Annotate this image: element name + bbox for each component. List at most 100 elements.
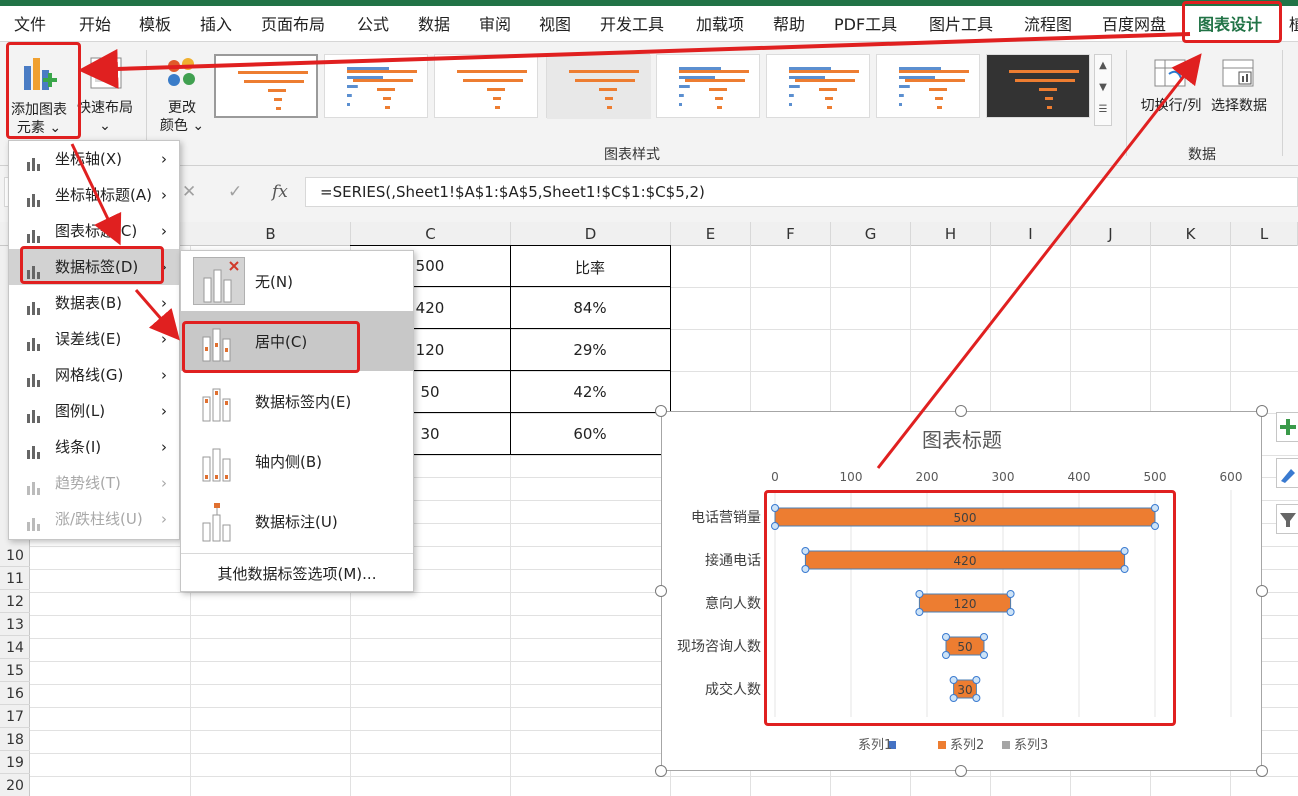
add-chart-element-button[interactable]: 添加图表 元素 ⌄ [6, 46, 72, 136]
selection-handle[interactable] [1006, 608, 1015, 616]
bar-chart[interactable]: 图表标题 0 100 200 300 400 500 600 电话营销量 500 接通电话 420 意向… [662, 412, 1263, 772]
selection-handle[interactable] [1151, 522, 1159, 530]
selection-handle[interactable] [915, 590, 924, 598]
tab-addins[interactable]: 加载项 [696, 12, 744, 38]
chart-style-thumb[interactable] [324, 54, 428, 118]
quick-layout-button[interactable]: 快速布局 ⌄ [74, 46, 136, 134]
column-g-header[interactable]: G [831, 222, 911, 246]
menu-item-axes[interactable]: 坐标轴(X) › [9, 141, 179, 177]
row-15-header[interactable]: 15 [0, 661, 30, 682]
selection-handle[interactable] [1006, 590, 1015, 598]
tab-home[interactable]: 开始 [79, 12, 111, 38]
column-i-header[interactable]: I [991, 222, 1071, 246]
tab-developer[interactable]: 开发工具 [600, 12, 664, 38]
menu-item-none[interactable]: 无(N) [181, 251, 413, 311]
chart-style-thumb[interactable] [766, 54, 870, 118]
selection-handle[interactable] [949, 694, 958, 702]
tab-formulas[interactable]: 公式 [357, 12, 389, 38]
switch-row-column-button[interactable]: 切换行/列 [1136, 46, 1206, 134]
resize-handle[interactable] [955, 405, 967, 417]
cell-d4[interactable]: 42% [550, 383, 630, 401]
column-j-header[interactable]: J [1071, 222, 1151, 246]
resize-handle[interactable] [655, 765, 667, 777]
tab-baidu-disk[interactable]: 百度网盘 [1102, 12, 1166, 38]
chart-title[interactable]: 图表标题 [922, 428, 1002, 452]
resize-handle[interactable] [655, 585, 667, 597]
row-19-header[interactable]: 19 [0, 753, 30, 774]
chart-style-thumb[interactable] [986, 54, 1090, 118]
select-data-button[interactable]: 选择数据 [1206, 46, 1272, 134]
gallery-scroll[interactable]: ▲ ▼ ☰ [1094, 54, 1112, 126]
menu-item-inside-base[interactable]: 轴内侧(B) [181, 431, 413, 491]
chart-style-thumb[interactable] [656, 54, 760, 118]
selection-handle[interactable] [915, 608, 924, 616]
row-14-header[interactable]: 14 [0, 638, 30, 659]
tab-insert[interactable]: 插入 [200, 12, 232, 38]
selection-handle[interactable] [972, 676, 981, 684]
resize-handle[interactable] [1256, 585, 1268, 597]
row-16-header[interactable]: 16 [0, 684, 30, 705]
legend-label[interactable]: 系列2 [950, 738, 984, 753]
column-k-header[interactable]: K [1151, 222, 1231, 246]
tab-data[interactable]: 数据 [418, 12, 450, 38]
tab-view[interactable]: 视图 [539, 12, 571, 38]
tab-page-layout[interactable]: 页面布局 [261, 12, 325, 38]
chart-style-thumb[interactable] [546, 54, 651, 119]
cell-d1[interactable]: 比率 [550, 257, 630, 278]
chart-style-thumb[interactable] [434, 54, 538, 118]
row-20-header[interactable]: 20 [0, 776, 30, 796]
column-f-header[interactable]: F [751, 222, 831, 246]
selection-handle[interactable] [1120, 547, 1129, 555]
tab-help[interactable]: 帮助 [773, 12, 805, 38]
selection-handle[interactable] [942, 633, 950, 641]
column-l-header[interactable]: L [1231, 222, 1298, 246]
row-12-header[interactable]: 12 [0, 592, 30, 613]
fx-icon[interactable]: fx [272, 182, 288, 202]
selection-handle[interactable] [942, 651, 950, 659]
tab-format[interactable]: 植 [1289, 12, 1298, 38]
selection-handle[interactable] [771, 522, 779, 530]
menu-item-inside-end[interactable]: 数据标签内(E) [181, 371, 413, 431]
row-17-header[interactable]: 17 [0, 707, 30, 728]
tab-file[interactable]: 文件 [14, 12, 46, 38]
tab-review[interactable]: 审阅 [479, 12, 511, 38]
change-colors-button[interactable]: 更改 颜色 ⌄ [154, 46, 210, 134]
selection-handle[interactable] [949, 676, 958, 684]
resize-handle[interactable] [1256, 405, 1268, 417]
resize-handle[interactable] [655, 405, 667, 417]
data-label[interactable]: 500 [954, 511, 977, 525]
menu-item-gridlines[interactable]: 网格线(G) › [9, 357, 179, 393]
column-e-header[interactable]: E [671, 222, 751, 246]
selection-handle[interactable] [972, 694, 981, 702]
tab-flowchart[interactable]: 流程图 [1024, 12, 1072, 38]
resize-handle[interactable] [955, 765, 967, 777]
menu-item-legend[interactable]: 图例(L) › [9, 393, 179, 429]
selection-handle[interactable] [1120, 565, 1129, 573]
menu-item-data-labels[interactable]: 数据标签(D) › [9, 249, 179, 285]
row-18-header[interactable]: 18 [0, 730, 30, 751]
menu-item-axis-titles[interactable]: 坐标轴标题(A) › [9, 177, 179, 213]
cancel-icon[interactable]: ✕ [182, 182, 196, 202]
selection-handle[interactable] [801, 565, 810, 573]
selection-handle[interactable] [801, 547, 810, 555]
menu-item-error-bars[interactable]: 误差线(E) › [9, 321, 179, 357]
tab-pdf-tools[interactable]: PDF工具 [834, 12, 897, 38]
cell-d5[interactable]: 60% [550, 425, 630, 443]
chart-area[interactable]: 图表标题 0 100 200 300 400 500 600 电话营销量 500 接通电话 420 意向… [661, 411, 1262, 771]
row-10-header[interactable]: 10 [0, 546, 30, 567]
column-h-header[interactable]: H [911, 222, 991, 246]
data-label[interactable]: 120 [954, 597, 977, 611]
gallery-up-icon[interactable]: ▲ [1095, 55, 1111, 77]
chart-style-thumb[interactable] [214, 54, 318, 118]
data-label[interactable]: 30 [957, 683, 972, 697]
chart-styles-button[interactable] [1276, 458, 1298, 488]
data-label[interactable]: 50 [957, 640, 972, 654]
menu-item-data-callout[interactable]: 数据标注(U) [181, 491, 413, 551]
data-label[interactable]: 420 [954, 554, 977, 568]
cell-d2[interactable]: 84% [550, 299, 630, 317]
menu-item-data-table[interactable]: 数据表(B) › [9, 285, 179, 321]
legend-label[interactable]: 系列3 [1014, 738, 1048, 753]
chart-filters-button[interactable] [1276, 504, 1298, 534]
row-13-header[interactable]: 13 [0, 615, 30, 636]
selection-handle[interactable] [980, 633, 988, 641]
